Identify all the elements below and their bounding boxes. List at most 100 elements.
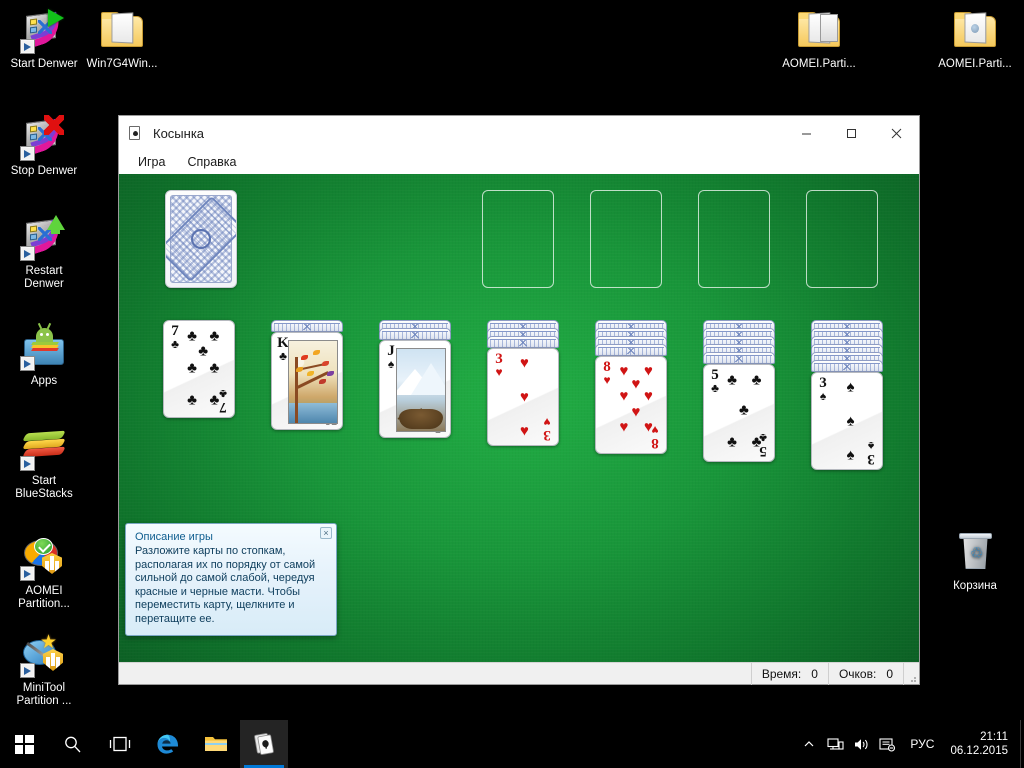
- tray-action-center-button[interactable]: [874, 720, 900, 768]
- desktop-icon-label: Start BlueStacks: [15, 475, 73, 500]
- desktop-icon-minitool-partition[interactable]: ★ MiniTool Partition ...: [4, 630, 84, 708]
- solitaire-icon: [254, 733, 274, 755]
- aomei-partition-icon: [20, 533, 68, 581]
- edge-button[interactable]: [144, 720, 192, 768]
- folder-icon: [98, 6, 146, 54]
- card-5-clubs[interactable]: 5 ♣ 5 ♣ ♣ ♣ ♣ ♣ ♣: [703, 364, 775, 462]
- edge-icon: [157, 734, 178, 754]
- desktop-icon-win7g4win[interactable]: Win7G4Win...: [82, 6, 162, 71]
- desktop-icon-label: Stop Denwer: [10, 165, 78, 177]
- card-pips: ♠ ♠ ♠: [846, 378, 855, 464]
- facedown-card[interactable]: [595, 344, 667, 356]
- desktop-icon-apps[interactable]: Apps: [4, 323, 84, 388]
- facedown-card[interactable]: [271, 320, 343, 332]
- desktop-icon-label: AOMEI.Parti...: [782, 58, 856, 70]
- stock-pile[interactable]: [165, 190, 237, 288]
- show-desktop-button[interactable]: [1020, 720, 1024, 768]
- resize-grip[interactable]: [903, 662, 919, 685]
- folder-icon: [951, 6, 999, 54]
- card-king-clubs[interactable]: K♣ K♣: [271, 332, 343, 430]
- denwer-play-icon: [19, 6, 68, 54]
- chevron-up-icon: [804, 741, 814, 747]
- foundation-4[interactable]: [806, 190, 878, 288]
- card-8-hearts[interactable]: 8 ♥ 8 ♥ ♥ ♥ ♥ ♥ ♥ ♥ ♥ ♥: [595, 356, 667, 454]
- clock-date: 06.12.2015: [950, 745, 1008, 757]
- bluestacks-icon: [20, 423, 68, 471]
- tooltip-body: Разложите карты по стопкам, располагая и…: [135, 545, 316, 625]
- desktop-icon-start-bluestacks[interactable]: Start BlueStacks: [4, 423, 84, 501]
- android-apps-icon: [20, 323, 68, 371]
- recycle-bin-icon: ♲: [951, 528, 999, 576]
- desktop-icon-label: Win7G4Win...: [86, 58, 158, 70]
- desktop-icon-label: Restart Denwer: [24, 265, 64, 290]
- denwer-restart-icon: [19, 213, 68, 261]
- taskbar[interactable]: РУС 21:11 06.12.2015: [0, 720, 1024, 768]
- facedown-card[interactable]: [703, 352, 775, 364]
- statusbar-time: Время: 0: [750, 662, 828, 685]
- close-button[interactable]: [874, 116, 919, 150]
- tray-network-button[interactable]: [822, 720, 848, 768]
- facedown-card[interactable]: [811, 360, 883, 372]
- folder-icon: [205, 737, 227, 751]
- search-button[interactable]: [48, 720, 96, 768]
- system-tray[interactable]: РУС 21:11 06.12.2015: [796, 720, 1024, 768]
- card-7-clubs[interactable]: 7 ♣ 7 ♣ ♣ ♣ ♣ ♣ ♣ ♣ ♣: [163, 320, 235, 418]
- menu-item-help[interactable]: Справка: [178, 152, 245, 172]
- game-board[interactable]: 7♣ 7♣ ♣♣ ♣ ♣♣ ♣♣ K♣ K: [119, 174, 919, 662]
- desktop-icon-label: Start Denwer: [10, 58, 78, 70]
- foundation-1[interactable]: [482, 190, 554, 288]
- volume-icon: [854, 738, 868, 750]
- windows-logo-icon: [14, 734, 34, 754]
- card-jack-spades[interactable]: J♠ J♠: [379, 340, 451, 438]
- tooltip-close-icon[interactable]: ×: [320, 526, 332, 539]
- menu-item-game[interactable]: Игра: [129, 152, 174, 172]
- tray-language-button[interactable]: РУС: [900, 720, 944, 768]
- minitool-partition-icon: ★: [20, 630, 68, 678]
- task-view-icon: [109, 736, 131, 752]
- card-picture-winter: [396, 348, 446, 432]
- window-titlebar[interactable]: Косынка: [119, 116, 919, 150]
- tray-clock[interactable]: 21:11 06.12.2015: [944, 730, 1020, 758]
- desktop-icon-recycle-bin[interactable]: ♲ Корзина: [935, 528, 1015, 593]
- desktop-icon-label: MiniTool Partition ...: [16, 682, 72, 707]
- facedown-card[interactable]: [379, 328, 451, 340]
- statusbar-score: Очков: 0: [827, 662, 903, 685]
- task-view-button[interactable]: [96, 720, 144, 768]
- foundation-2[interactable]: [590, 190, 662, 288]
- time-value: 0: [811, 666, 818, 681]
- facedown-card[interactable]: [487, 336, 559, 348]
- desktop-icon-aomei-parti-1[interactable]: AOMEI.Parti...: [779, 6, 859, 71]
- tray-volume-button[interactable]: [848, 720, 874, 768]
- solitaire-app-icon: [129, 125, 145, 141]
- window-title: Косынка: [153, 125, 205, 141]
- desktop-icon-label: AOMEI.Parti...: [938, 58, 1012, 70]
- score-value: 0: [886, 666, 893, 681]
- card-pips: ♣ ♣ ♣ ♣ ♣: [727, 371, 762, 451]
- card-pips: ♣ ♣ ♣ ♣ ♣ ♣ ♣: [187, 327, 220, 409]
- search-icon: [64, 736, 80, 752]
- window-menubar[interactable]: Игра Справка: [119, 150, 919, 174]
- card-pips: ♥ ♥ ♥: [519, 354, 529, 440]
- solitaire-window[interactable]: Косынка Игра Справка 7 ♣ 7 ♣ ♣ ♣ ♣ ♣ ♣ ♣…: [118, 115, 920, 685]
- desktop-icon-restart-denwer[interactable]: Restart Denwer: [4, 213, 84, 291]
- start-button[interactable]: [0, 720, 48, 768]
- desktop-icon-aomei-parti-2[interactable]: AOMEI.Parti...: [935, 6, 1015, 71]
- score-label: Очков:: [838, 666, 877, 681]
- window-controls: [784, 116, 919, 150]
- card-3-hearts[interactable]: 3 ♥ 3 ♥ ♥ ♥ ♥: [487, 348, 559, 446]
- minimize-button[interactable]: [784, 116, 829, 150]
- tray-chevron-button[interactable]: [796, 720, 822, 768]
- file-explorer-button[interactable]: [192, 720, 240, 768]
- maximize-button[interactable]: [829, 116, 874, 150]
- desktop-icon-aomei-partition[interactable]: AOMEI Partition...: [4, 533, 84, 611]
- card-3-spades[interactable]: 3 ♠ 3 ♠ ♠ ♠ ♠: [811, 372, 883, 470]
- game-description-tooltip[interactable]: × Описание игры Разложите карты по стопк…: [125, 522, 337, 636]
- window-statusbar: Время: 0 Очков: 0: [119, 662, 919, 685]
- desktop-icon-label: Apps: [30, 375, 58, 387]
- desktop-icon-start-denwer[interactable]: Start Denwer: [4, 6, 84, 71]
- folder-icon: [795, 6, 843, 54]
- foundation-3[interactable]: [698, 190, 770, 288]
- solitaire-taskbar-button[interactable]: [240, 720, 288, 768]
- desktop-icon-stop-denwer[interactable]: Stop Denwer: [4, 113, 84, 178]
- desktop-icon-label: AOMEI Partition...: [18, 585, 70, 610]
